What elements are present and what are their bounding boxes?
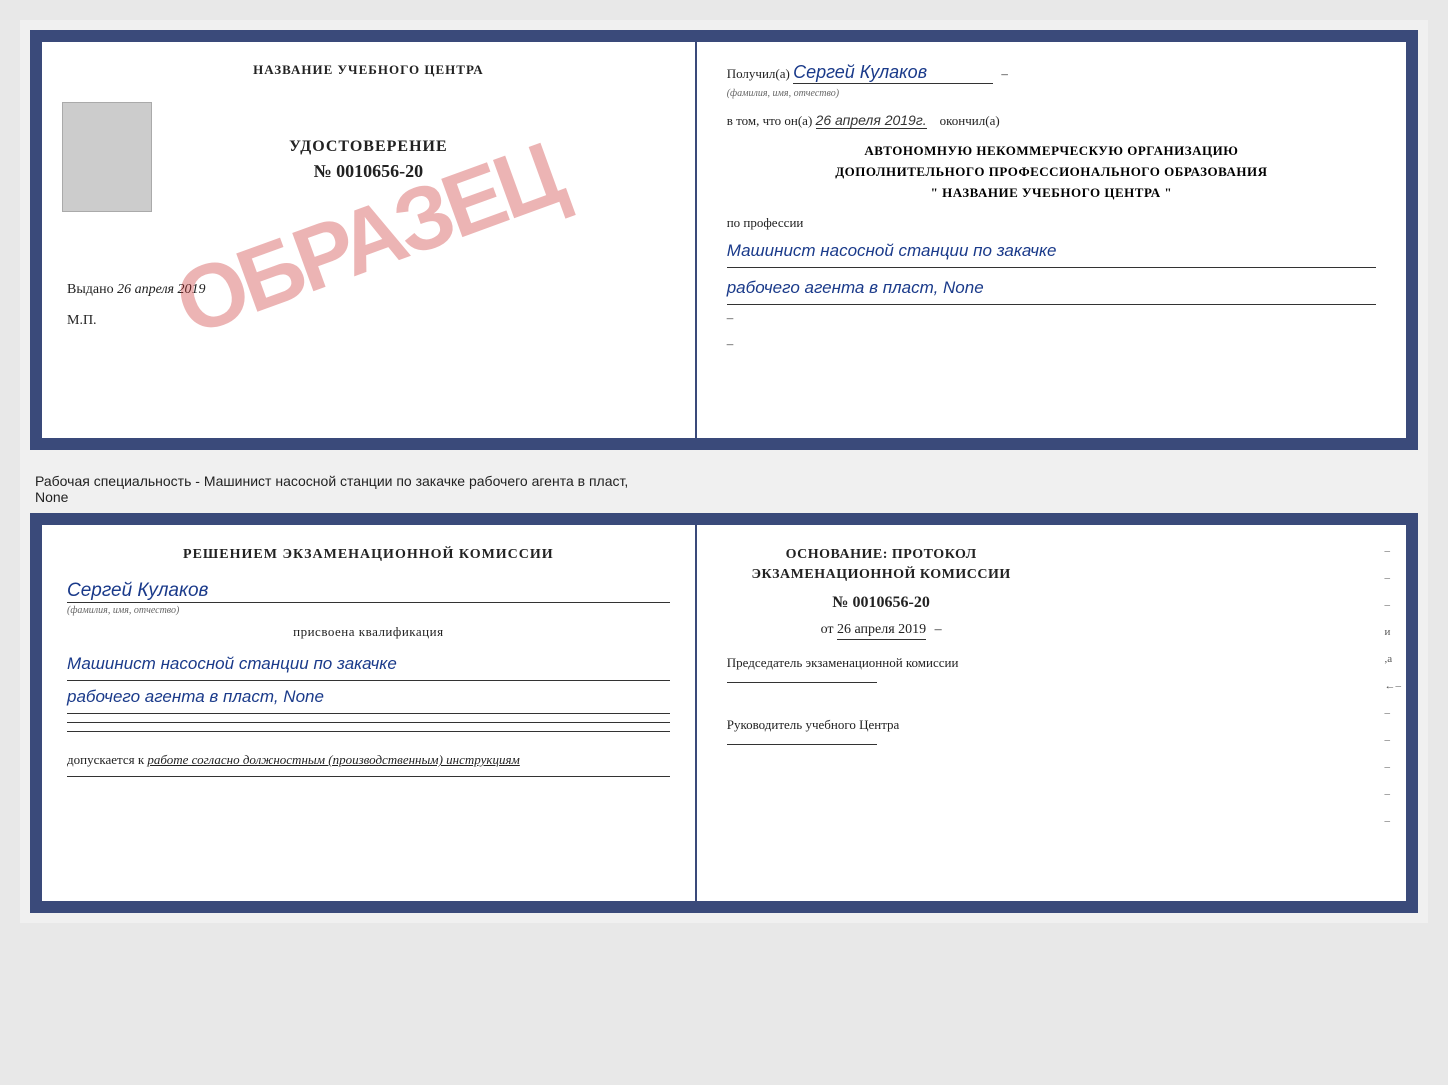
- desc-line1: Рабочая специальность - Машинист насосно…: [35, 473, 1413, 489]
- bottom-document: Решением экзаменационной комиссии Сергей…: [30, 513, 1418, 913]
- mp-line: М.П.: [67, 313, 670, 329]
- document-container: НАЗВАНИЕ УЧЕБНОГО ЦЕНТРА ОБРАЗЕЦ УДОСТОВ…: [20, 20, 1428, 923]
- vydano-label: Выдано: [67, 282, 114, 297]
- fio-hint-top: (фамилия, имя, отчество): [727, 88, 839, 99]
- fio-hint-bottom: (фамилия, имя, отчество): [67, 605, 670, 616]
- predsedatel-block: Председатель экзаменационной комиссии: [727, 653, 1036, 695]
- rukovoditel-block: Руководитель учебного Центра: [727, 715, 1036, 757]
- dopuskaetsya-text: работе согласно должностным (производств…: [147, 752, 519, 767]
- profession-line1-top: Машинист насосной станции по закачке: [727, 236, 1376, 268]
- udostoverenie-block: УДОСТОВЕРЕНИЕ № 0010656-20: [67, 138, 670, 182]
- top-document: НАЗВАНИЕ УЧЕБНОГО ЦЕНТРА ОБРАЗЕЦ УДОСТОВ…: [30, 30, 1418, 450]
- description-text: Рабочая специальность - Машинист насосно…: [30, 465, 1418, 513]
- org-block: АВТОНОМНУЮ НЕКОММЕРЧЕСКУЮ ОРГАНИЗАЦИЮ ДО…: [727, 141, 1376, 203]
- vtom-date: 26 апреля 2019г.: [816, 112, 927, 129]
- okonchil-label: окончил(а): [940, 113, 1000, 128]
- predsedatel-signature-line: [727, 682, 877, 683]
- bottom-doc-right: Основание: протокол экзаменационной коми…: [697, 525, 1066, 776]
- prisvoena-label: присвоена квалификация: [67, 624, 670, 640]
- udostoverenie-number: № 0010656-20: [67, 161, 670, 182]
- commission-title: Решением экзаменационной комиссии: [67, 545, 670, 565]
- top-doc-right: Получил(а) Сергей Кулаков – (фамилия, им…: [697, 42, 1406, 438]
- dopuskaetsya-label: допускается к: [67, 752, 144, 767]
- vydano-date: 26 апреля 2019: [117, 282, 205, 297]
- top-doc-left: НАЗВАНИЕ УЧЕБНОГО ЦЕНТРА ОБРАЗЕЦ УДОСТОВ…: [42, 42, 697, 438]
- org-line3: " НАЗВАНИЕ УЧЕБНОГО ЦЕНТРА ": [727, 183, 1376, 204]
- predsedatel-label: Председатель экзаменационной комиссии: [727, 653, 1036, 674]
- osnovanie-title: Основание: протокол экзаменационной коми…: [727, 545, 1036, 584]
- bottom-doc-left: Решением экзаменационной комиссии Сергей…: [42, 525, 697, 901]
- person-name-bottom: Сергей Кулаков: [67, 580, 670, 603]
- person-name-top: Сергей Кулаков: [793, 62, 993, 84]
- vydano-line: Выдано 26 апреля 2019: [67, 282, 670, 298]
- ot-label: от: [821, 622, 834, 637]
- org-line1: АВТОНОМНУЮ НЕКОММЕРЧЕСКУЮ ОРГАНИЗАЦИЮ: [727, 141, 1376, 162]
- dopuskaetsya-block: допускается к работе согласно должностны…: [67, 752, 670, 768]
- desc-line2: None: [35, 489, 1413, 505]
- poluchil-row: Получил(а) Сергей Кулаков – (фамилия, им…: [727, 62, 1376, 100]
- vtom-row: в том, что он(а) 26 апреля 2019г. окончи…: [727, 112, 1376, 129]
- rukovoditel-signature-line: [727, 744, 877, 745]
- udostoverenie-title: УДОСТОВЕРЕНИЕ: [67, 138, 670, 156]
- profession-label-top: по профессии: [727, 215, 1376, 231]
- bottom-doc-right-wrapper: Основание: протокол экзаменационной коми…: [697, 525, 1406, 901]
- protocol-number: № 0010656-20: [727, 594, 1036, 612]
- protocol-date-value: 26 апреля 2019: [837, 622, 926, 640]
- qualification-line2: рабочего агента в пласт, None: [67, 681, 670, 714]
- top-left-title: НАЗВАНИЕ УЧЕБНОГО ЦЕНТРА: [67, 62, 670, 78]
- right-margin-dashes: – – – и ,а ←– – – – – –: [1384, 545, 1401, 827]
- vtom-label: в том, что он(а): [727, 113, 813, 128]
- rukovoditel-label: Руководитель учебного Центра: [727, 715, 1036, 736]
- profession-line2-top: рабочего агента в пласт, None: [727, 273, 1376, 305]
- qualification-line1: Машинист насосной станции по закачке: [67, 648, 670, 681]
- org-line2: ДОПОЛНИТЕЛЬНОГО ПРОФЕССИОНАЛЬНОГО ОБРАЗО…: [727, 162, 1376, 183]
- poluchil-label: Получил(а): [727, 66, 790, 81]
- protocol-date: от 26 апреля 2019 –: [727, 622, 1036, 638]
- dash-lines-top: ––: [727, 305, 1376, 357]
